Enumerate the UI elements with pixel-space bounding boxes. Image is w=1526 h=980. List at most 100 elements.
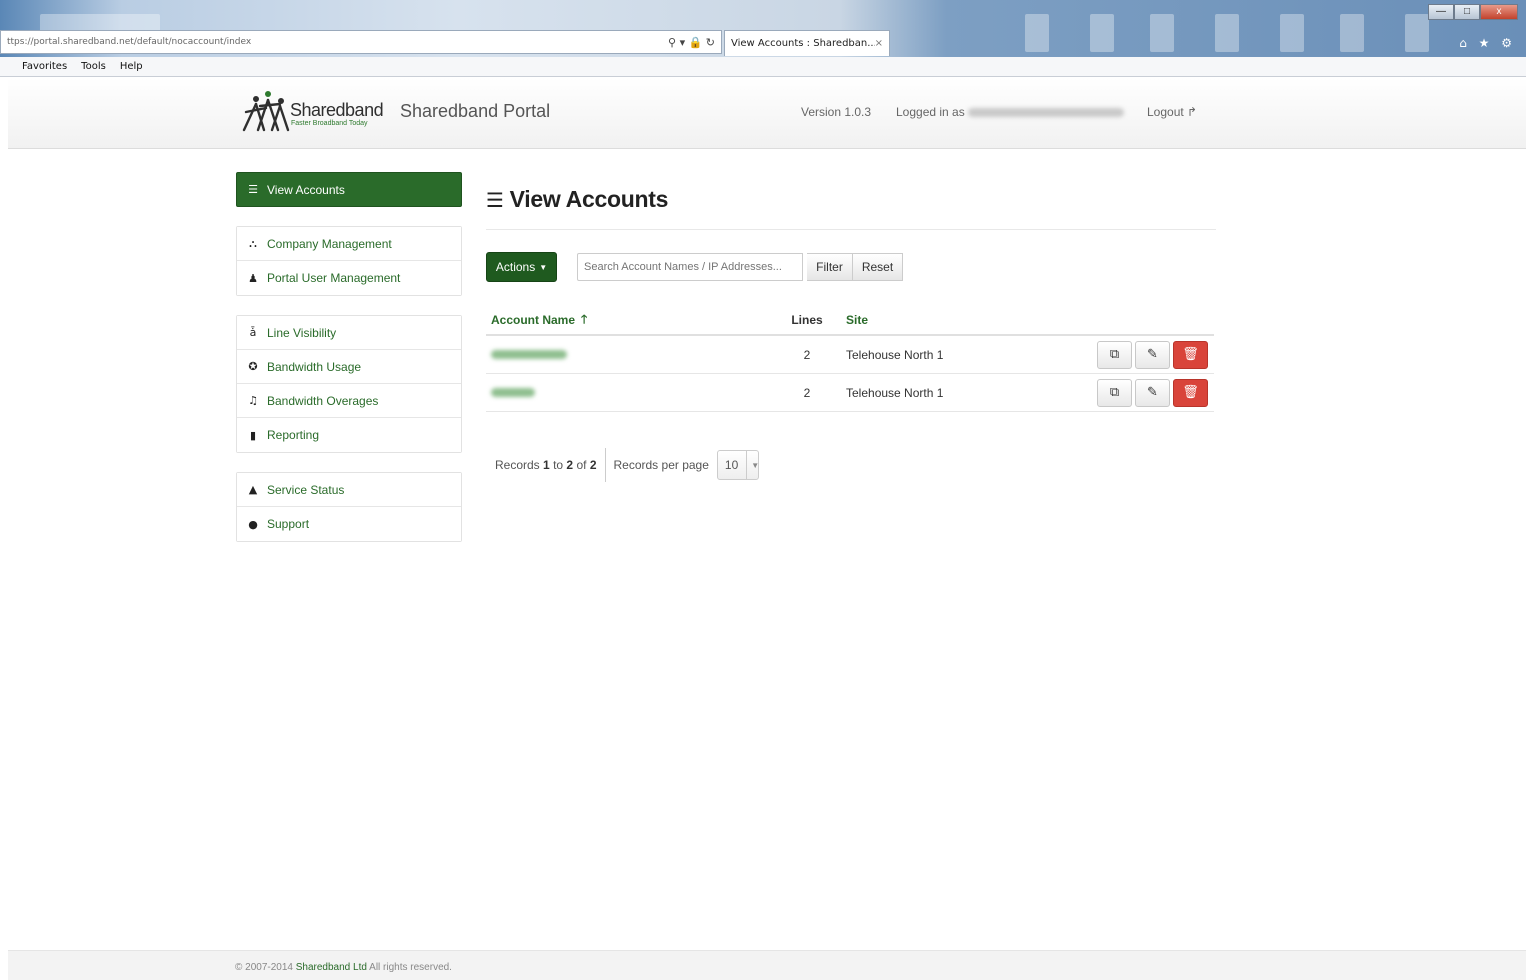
- page-title-text: View Accounts: [509, 186, 669, 212]
- app-header: Sharedband Faster Broadband Today Shared…: [8, 78, 1526, 149]
- sidebar-item-support[interactable]: ● Support: [237, 507, 461, 541]
- rights-reserved: All rights reserved.: [369, 962, 452, 973]
- portal-name: Sharedband Portal: [400, 101, 551, 121]
- footer-copyright: © 2007-2014 Sharedband Ltd All rights re…: [235, 962, 452, 973]
- rss-icon: ǡ: [249, 326, 257, 339]
- taskbar-icon: [1090, 14, 1114, 52]
- account-name-cell[interactable]: [486, 348, 768, 362]
- edit-button[interactable]: ✎: [1135, 378, 1170, 407]
- site-cell: Telehouse North 1: [846, 347, 944, 362]
- address-bar[interactable]: ttps://portal.sharedband.net/default/noc…: [0, 30, 722, 54]
- sharedband-logo[interactable]: Sharedband Faster Broadband Today: [240, 86, 388, 136]
- address-url[interactable]: ttps://portal.sharedband.net/default/noc…: [1, 37, 668, 47]
- delete-button[interactable]: 🗑: [1173, 340, 1208, 369]
- pencil-icon: ✎: [1147, 347, 1158, 362]
- account-name-cell[interactable]: [486, 386, 768, 400]
- records-to: 2: [566, 458, 574, 472]
- external-link-icon: ⧉: [1109, 347, 1120, 362]
- logo-figures-icon: [242, 91, 290, 132]
- copyright-years: © 2007-2014: [235, 962, 293, 973]
- bell-icon: ♫: [248, 394, 258, 407]
- screen: — □ x ttps://portal.sharedband.net/defau…: [0, 0, 1526, 980]
- records-per-page-value: 10: [724, 458, 739, 472]
- account-name-redacted: [491, 349, 567, 359]
- lines-cell: 2: [803, 347, 811, 362]
- share-arrow-icon: ↱: [1187, 105, 1198, 119]
- edit-button[interactable]: ✎: [1135, 340, 1170, 369]
- search-input[interactable]: [577, 253, 803, 281]
- actions-label: Actions: [495, 260, 536, 274]
- sidebar-item-reporting[interactable]: ▮ Reporting: [237, 418, 461, 452]
- sidebar-item-bandwidth-usage[interactable]: ✪ Bandwidth Usage: [237, 350, 461, 384]
- sidebar-item-label: Reporting: [267, 428, 320, 442]
- close-window-button[interactable]: x: [1480, 4, 1518, 20]
- list-icon: ☰: [486, 187, 504, 212]
- accounts-toolbar: Actions ▼ Filter Reset: [486, 252, 903, 282]
- column-header-site[interactable]: Site: [846, 313, 1096, 327]
- caret-down-icon: ▼: [746, 451, 759, 479]
- sidebar-item-line-visibility[interactable]: ǡ Line Visibility: [237, 316, 461, 350]
- browser-tab[interactable]: View Accounts : Sharedban... ×: [724, 30, 890, 56]
- title-divider: [486, 229, 1216, 230]
- column-label: Account Name: [491, 313, 576, 327]
- logout-link[interactable]: Logout ↱: [1147, 105, 1197, 119]
- records-of-word: of: [576, 458, 587, 472]
- sidebar-item-label: Portal User Management: [267, 271, 401, 285]
- address-bar-icons[interactable]: ⚲ ▾ 🔒 ↻: [668, 36, 721, 49]
- logged-in-label: Logged in as: [896, 105, 965, 119]
- logout-label: Logout: [1147, 105, 1184, 119]
- menu-help[interactable]: Help: [120, 61, 143, 72]
- main-content: ☰ View Accounts Actions ▼ Filter Reset A…: [486, 186, 1216, 482]
- sidebar-item-label: Bandwidth Usage: [267, 359, 362, 374]
- pencil-icon: ✎: [1147, 385, 1158, 400]
- sidebar-item-label: Line Visibility: [267, 325, 337, 340]
- open-external-button[interactable]: ⧉: [1097, 378, 1132, 407]
- column-header-lines[interactable]: Lines: [768, 313, 846, 327]
- row-actions: ⧉ ✎ 🗑: [1096, 340, 1214, 369]
- minimize-button[interactable]: —: [1428, 4, 1454, 20]
- footer: © 2007-2014 Sharedband Ltd All rights re…: [8, 950, 1526, 980]
- filter-button[interactable]: Filter: [807, 253, 853, 281]
- version-label: Version 1.0.3: [801, 105, 872, 119]
- logo-name: Sharedband: [290, 100, 384, 120]
- sidebar-item-label: Support: [267, 517, 310, 531]
- sidebar-item-service-status[interactable]: ▲ Service Status: [237, 473, 461, 507]
- site-cell: Telehouse North 1: [846, 385, 944, 400]
- sidebar-item-portal-user-management[interactable]: ♟ Portal User Management: [237, 261, 461, 295]
- sidebar-item-bandwidth-overages[interactable]: ♫ Bandwidth Overages: [237, 384, 461, 418]
- footer-company-link[interactable]: Sharedband Ltd: [296, 962, 367, 973]
- sidebar-group-bandwidth: ǡ Line Visibility ✪ Bandwidth Usage ♫ Ba…: [236, 315, 462, 453]
- delete-button[interactable]: 🗑: [1173, 378, 1208, 407]
- records-prefix: Records: [495, 458, 540, 472]
- sidebar-item-view-accounts[interactable]: ☰ View Accounts: [236, 172, 462, 207]
- records-per-page-select[interactable]: 10 ▼: [716, 450, 759, 480]
- browser-menubar: Favorites Tools Help: [0, 57, 1526, 77]
- taskbar-icon: [1215, 14, 1239, 52]
- reset-button[interactable]: Reset: [853, 253, 903, 281]
- sort-arrow-up-icon: 🡑: [581, 311, 588, 326]
- records-per-page-label: Records per page: [613, 458, 709, 472]
- tab-title: View Accounts : Sharedban...: [731, 38, 875, 49]
- open-external-button[interactable]: ⧉: [1097, 340, 1132, 369]
- menu-tools[interactable]: Tools: [81, 61, 106, 72]
- table-header: Account Name 🡑 Lines Site: [486, 306, 1214, 336]
- records-summary: Records 1 to 2 of 2: [486, 448, 606, 482]
- lines-cell: 2: [803, 385, 811, 400]
- tab-close-icon[interactable]: ×: [875, 38, 883, 49]
- table-row: 2 Telehouse North 1 ⧉ ✎ 🗑: [486, 336, 1214, 374]
- menu-favorites[interactable]: Favorites: [22, 61, 67, 72]
- browser-chrome: — □ x ttps://portal.sharedband.net/defau…: [0, 0, 1526, 57]
- sidebar-item-company-management[interactable]: ⛬ Company Management: [237, 227, 461, 261]
- dashboard-icon: ✪: [248, 360, 258, 373]
- sitemap-icon: ⛬: [249, 236, 257, 250]
- warning-icon: ▲: [248, 483, 258, 496]
- records-to-word: to: [553, 458, 564, 472]
- sidebar-nav: ☰ View Accounts ⛬ Company Management ♟ P…: [236, 172, 462, 542]
- home-favorites-settings-icons[interactable]: ⌂ ★ ⚙: [1459, 36, 1516, 50]
- logo-tagline: Faster Broadband Today: [291, 120, 368, 127]
- maximize-button[interactable]: □: [1454, 4, 1480, 20]
- user-icon: ♟: [248, 271, 258, 285]
- column-header-account-name[interactable]: Account Name 🡑: [486, 310, 768, 331]
- actions-dropdown-button[interactable]: Actions ▼: [486, 252, 557, 282]
- sidebar-item-label: View Accounts: [267, 182, 345, 197]
